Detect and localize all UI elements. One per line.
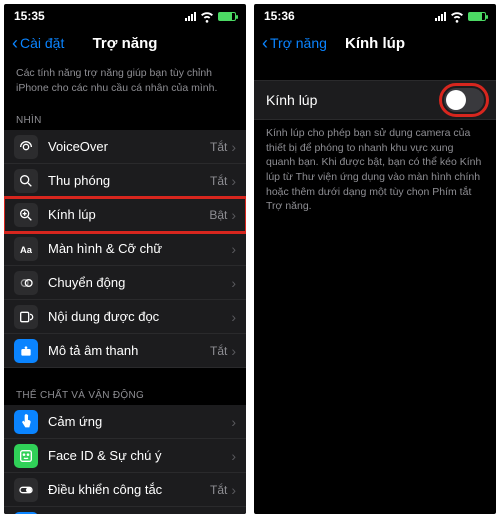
nav-bar: ‹Trợ năng Kính lúp — [254, 26, 496, 60]
row-label: Chuyển động — [48, 275, 231, 290]
switch-control-icon — [14, 478, 38, 502]
chevron-right-icon: › — [231, 414, 236, 430]
faceid-icon — [14, 444, 38, 468]
chevron-right-icon: › — [231, 207, 236, 223]
row-state: Tắt — [210, 344, 227, 358]
chevron-right-icon: › — [231, 173, 236, 189]
chevron-right-icon: › — [231, 309, 236, 325]
toggle-label: Kính lúp — [266, 92, 444, 108]
touch-icon — [14, 410, 38, 434]
group-header-physical: THỂ CHẤT VÀ VẬN ĐỘNG — [4, 380, 246, 405]
row-display-text[interactable]: Aa Màn hình & Cỡ chữ › — [4, 232, 246, 266]
display-text-icon: Aa — [14, 237, 38, 261]
row-motion[interactable]: Chuyển động › — [4, 266, 246, 300]
row-label: Nội dung được đọc — [48, 309, 231, 324]
chevron-right-icon: › — [231, 139, 236, 155]
row-label: Mô tả âm thanh — [48, 343, 210, 358]
magnifier-description: Kính lúp cho phép bạn sử dụng camera của… — [254, 120, 496, 224]
nav-bar: ‹Cài đặt Trợ năng — [4, 26, 246, 60]
row-audio-desc[interactable]: Mô tả âm thanh Tắt › — [4, 334, 246, 368]
row-state: Tắt — [210, 140, 227, 154]
row-touch[interactable]: Cảm ứng › — [4, 405, 246, 439]
signal-icon — [185, 12, 196, 21]
row-label: Face ID & Sự chú ý — [48, 448, 231, 463]
row-state: Tắt — [210, 483, 227, 497]
battery-icon — [468, 12, 486, 21]
row-label: Thu phóng — [48, 173, 210, 188]
row-magnifier[interactable]: Kính lúp Bật › — [4, 198, 246, 232]
description: Các tính năng trợ năng giúp bạn tùy chỉn… — [4, 60, 246, 105]
row-label: Màn hình & Cỡ chữ — [48, 241, 231, 256]
magnifier-toggle-row: Kính lúp — [254, 80, 496, 120]
signal-icon — [435, 12, 446, 21]
back-label: Cài đặt — [20, 35, 64, 51]
page-title: Trợ năng — [93, 35, 158, 52]
screen-magnifier: 15:36 ‹Trợ năng Kính lúp Kính lúp Kính l… — [254, 4, 496, 514]
zoom-icon — [14, 169, 38, 193]
page-title: Kính lúp — [345, 35, 405, 52]
back-button[interactable]: ‹Trợ năng — [262, 34, 327, 52]
screen-accessibility: 15:35 ‹Cài đặt Trợ năng Các tính năng tr… — [4, 4, 246, 514]
back-button[interactable]: ‹Cài đặt — [12, 34, 64, 52]
motion-icon — [14, 271, 38, 295]
audio-desc-icon — [14, 339, 38, 363]
row-voiceover[interactable]: VoiceOver Tắt › — [4, 130, 246, 164]
group-header-vision: NHÌN — [4, 105, 246, 130]
row-voice-control[interactable]: Khẩu lệnh Tắt › — [4, 507, 246, 514]
magnifier-toggle[interactable] — [444, 88, 484, 112]
status-right — [185, 8, 236, 24]
row-state: Bật — [209, 208, 227, 222]
clock: 15:36 — [264, 9, 295, 23]
row-zoom[interactable]: Thu phóng Tắt › — [4, 164, 246, 198]
wifi-icon — [449, 8, 465, 24]
chevron-left-icon: ‹ — [262, 34, 268, 52]
chevron-left-icon: ‹ — [12, 34, 18, 52]
row-state: Tắt — [210, 174, 227, 188]
chevron-right-icon: › — [231, 275, 236, 291]
chevron-right-icon: › — [231, 482, 236, 498]
svg-text:Aa: Aa — [20, 245, 33, 255]
chevron-right-icon: › — [231, 448, 236, 464]
row-faceid[interactable]: Face ID & Sự chú ý › — [4, 439, 246, 473]
battery-icon — [218, 12, 236, 21]
row-label: Điều khiển công tắc — [48, 482, 210, 497]
chevron-right-icon: › — [231, 241, 236, 257]
chevron-right-icon: › — [231, 343, 236, 359]
row-switch-control[interactable]: Điều khiển công tắc Tắt › — [4, 473, 246, 507]
row-label: VoiceOver — [48, 139, 210, 154]
wifi-icon — [199, 8, 215, 24]
row-label: Cảm ứng — [48, 414, 231, 429]
voice-control-icon — [14, 512, 38, 514]
status-bar: 15:35 — [4, 4, 246, 26]
voiceover-icon — [14, 135, 38, 159]
status-right — [435, 8, 486, 24]
spoken-content-icon — [14, 305, 38, 329]
status-bar: 15:36 — [254, 4, 496, 26]
row-spoken-content[interactable]: Nội dung được đọc › — [4, 300, 246, 334]
clock: 15:35 — [14, 9, 45, 23]
row-label: Kính lúp — [48, 207, 209, 222]
back-label: Trợ năng — [270, 35, 327, 51]
magnifier-icon — [14, 203, 38, 227]
